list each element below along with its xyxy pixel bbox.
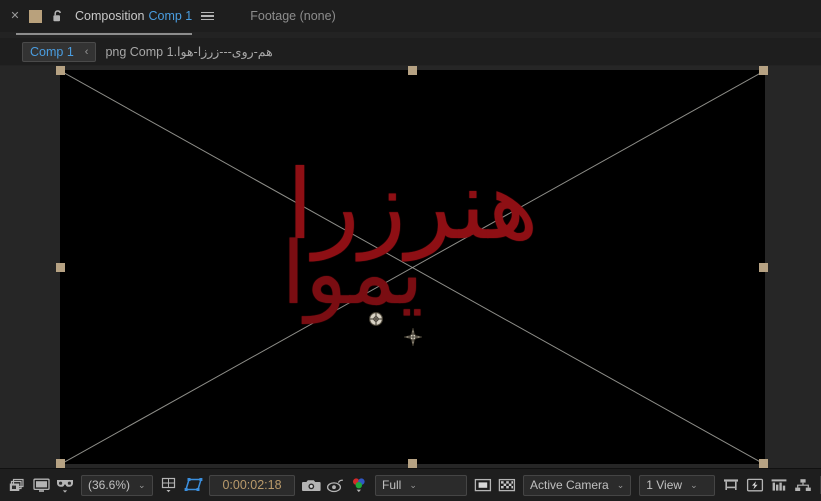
- viewer-toolbar: (36.6%) ⌄ 0:00:02:18 Full ⌄ Active Camer…: [0, 468, 821, 501]
- breadcrumb: Comp 1 ‹ هم-روی---زرزا-هوا.png Comp 1: [0, 38, 821, 65]
- selection-handle-bottom-left[interactable]: [56, 459, 65, 468]
- zoom-level-value: (36.6%): [88, 478, 131, 492]
- anchor-point-circle-marker[interactable]: [368, 311, 384, 327]
- resolution-dropdown[interactable]: Full ⌄: [375, 474, 467, 496]
- calligraphy-line-2: یموا: [281, 223, 428, 324]
- main-viewer-monitor-icon[interactable]: [29, 474, 53, 496]
- fast-previews-icon[interactable]: [743, 474, 767, 496]
- breadcrumb-path-label: هم-روی---زرزا-هوا.png Comp 1: [105, 45, 273, 59]
- camera-view-value: Active Camera: [530, 478, 609, 492]
- camera-view-dropdown[interactable]: Active Camera ⌄: [523, 474, 632, 496]
- active-tab-underline: [16, 33, 192, 35]
- grid-and-guide-options-icon[interactable]: [157, 474, 181, 496]
- show-channel-rgb-icon[interactable]: [347, 474, 371, 496]
- composition-flowchart-icon[interactable]: [791, 474, 815, 496]
- region-of-interest-icon[interactable]: [181, 474, 205, 496]
- calligraphy-line-1: هنرزرا: [286, 149, 543, 261]
- always-preview-this-view-icon[interactable]: [5, 474, 29, 496]
- view-layout-dropdown[interactable]: 1 View ⌄: [639, 474, 716, 496]
- current-timecode-value: 0:00:02:18: [222, 478, 282, 492]
- breadcrumb-comp-chip[interactable]: Comp 1 ‹: [22, 41, 97, 62]
- selection-handle-bottom-center[interactable]: [408, 459, 417, 468]
- chevron-down-icon: ⌄: [138, 479, 146, 490]
- show-snapshot-icon[interactable]: [323, 474, 347, 496]
- breadcrumb-comp-label: Comp 1: [30, 44, 74, 59]
- take-snapshot-camera-icon[interactable]: [299, 474, 323, 496]
- panel-menu-icon[interactable]: [201, 9, 215, 23]
- selection-handle-top-right[interactable]: [759, 66, 768, 75]
- anchor-point-star-marker[interactable]: [404, 328, 422, 346]
- selection-handle-top-center[interactable]: [408, 66, 417, 75]
- chevron-down-icon: ⌄: [690, 479, 698, 490]
- composition-canvas[interactable]: هنرزرا یموا: [60, 70, 765, 464]
- view-layout-value: 1 View: [646, 478, 683, 492]
- timeline-panel-icon[interactable]: [767, 474, 791, 496]
- 3d-glasses-icon[interactable]: [53, 474, 77, 496]
- panel-tab-title[interactable]: Composition Comp 1: [75, 9, 192, 23]
- selection-handle-top-left[interactable]: [56, 66, 65, 75]
- selection-handle-middle-left[interactable]: [56, 263, 65, 272]
- panel-header: ✕ Composition Comp 1 Footage (none): [0, 0, 821, 32]
- selection-handle-middle-right[interactable]: [759, 263, 768, 272]
- selection-handle-bottom-right[interactable]: [759, 459, 768, 468]
- chevron-left-icon: ‹: [84, 45, 89, 58]
- chevron-down-icon: ⌄: [616, 479, 625, 490]
- calligraphy-artwork-text: هنرزرا یموا: [60, 157, 765, 324]
- footage-label: Footage (none): [250, 9, 336, 23]
- toggle-transparency-grid-icon[interactable]: [495, 474, 519, 496]
- toggle-mask-and-shape-path-visibility-icon[interactable]: [471, 474, 495, 496]
- close-icon[interactable]: ✕: [8, 9, 22, 23]
- zoom-level-dropdown[interactable]: (36.6%) ⌄: [81, 474, 153, 496]
- current-time-display[interactable]: 0:00:02:18: [209, 474, 295, 496]
- panel-tab-comp-name: Comp 1: [148, 9, 193, 23]
- resolution-value: Full: [382, 478, 402, 492]
- share-view-options-icon[interactable]: [719, 474, 743, 496]
- composition-viewer[interactable]: هنرزرا یموا: [0, 66, 821, 468]
- chevron-down-icon: ⌄: [409, 479, 417, 490]
- panel-tab-type-label: Composition: [75, 9, 145, 23]
- after-effects-composition-panel: ✕ Composition Comp 1 Footage (none) Comp …: [0, 0, 821, 501]
- composition-color-swatch: [29, 9, 42, 23]
- unlocked-padlock-icon[interactable]: [51, 8, 65, 24]
